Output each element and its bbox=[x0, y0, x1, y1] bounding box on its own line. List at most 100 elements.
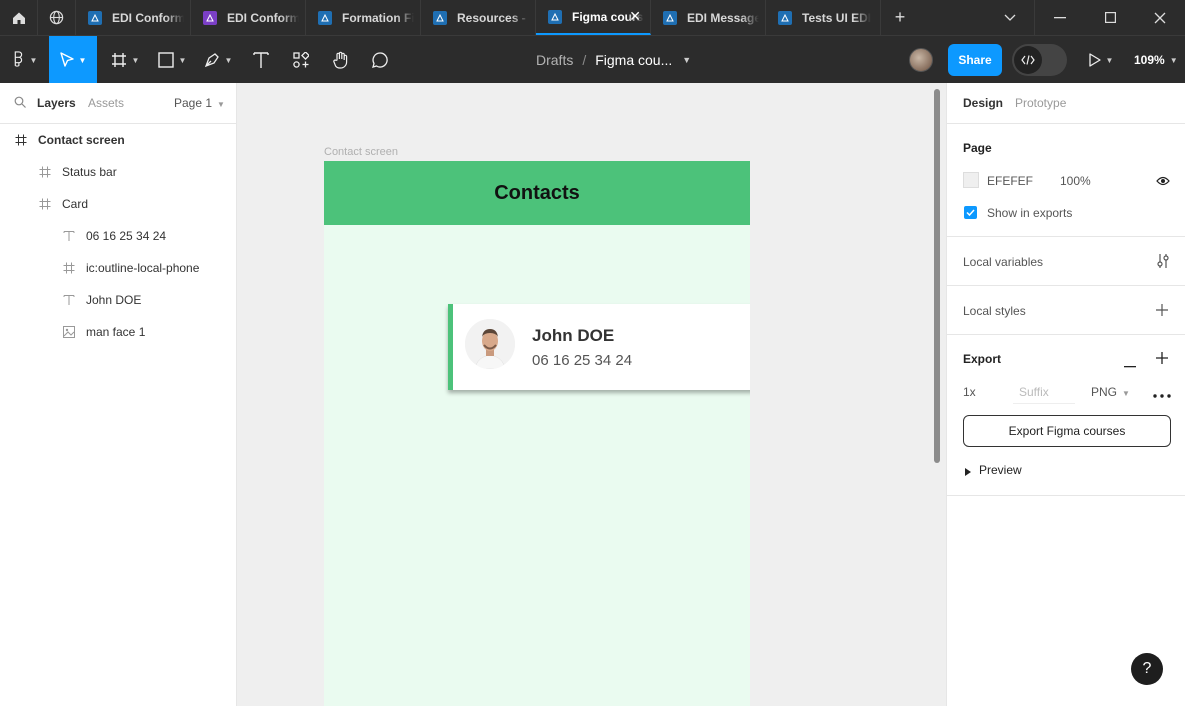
globe-icon[interactable] bbox=[38, 0, 76, 35]
layer-name: man face 1 bbox=[86, 325, 146, 339]
caret-right-icon[interactable] bbox=[965, 465, 971, 479]
export-scale[interactable]: 1x bbox=[963, 385, 976, 399]
export-button[interactable]: Export Figma courses bbox=[963, 415, 1171, 447]
close-window-button[interactable] bbox=[1135, 0, 1185, 35]
plus-icon[interactable] bbox=[1156, 304, 1168, 319]
search-icon[interactable] bbox=[14, 96, 26, 111]
frame-label[interactable]: Contact screen bbox=[324, 146, 398, 158]
image-icon bbox=[62, 325, 76, 339]
eye-icon[interactable] bbox=[1156, 175, 1170, 189]
shape-tool-button[interactable]: ▼ bbox=[152, 36, 192, 84]
layer-item[interactable]: Card bbox=[38, 188, 88, 220]
tab-label: Tests UI EDI bbox=[802, 10, 872, 25]
figma-file-icon bbox=[318, 10, 332, 25]
export-format-label: PNG bbox=[1091, 385, 1118, 399]
browser-tab[interactable]: Figma courses✕ bbox=[536, 0, 651, 35]
preview-label[interactable]: Preview bbox=[979, 463, 1022, 477]
minimize-button[interactable] bbox=[1035, 0, 1085, 35]
layer-item[interactable]: John DOE bbox=[62, 284, 141, 316]
zoom-level: 109% bbox=[1134, 53, 1165, 67]
home-icon[interactable] bbox=[0, 0, 38, 35]
browser-tab[interactable]: EDI Conformité bbox=[76, 0, 191, 35]
chevron-down-icon[interactable] bbox=[985, 0, 1035, 35]
code-icon bbox=[1014, 46, 1042, 74]
help-button[interactable]: ? bbox=[1131, 653, 1163, 685]
page-color-value[interactable]: EFEFEF bbox=[987, 174, 1033, 188]
minus-icon[interactable] bbox=[1124, 357, 1136, 371]
plus-icon[interactable] bbox=[1156, 352, 1168, 367]
layer-name: Card bbox=[62, 197, 89, 211]
frame-tool-button[interactable]: ▼ bbox=[105, 36, 145, 84]
maximize-button[interactable] bbox=[1085, 0, 1135, 35]
contacts-header[interactable]: Contacts bbox=[324, 161, 750, 225]
figma-file-icon bbox=[663, 10, 677, 25]
frame-icon bbox=[62, 261, 76, 275]
layer-name: John DOE bbox=[86, 293, 142, 307]
share-button[interactable]: Share bbox=[948, 44, 1002, 76]
avatar[interactable] bbox=[909, 48, 933, 72]
page-selector[interactable]: Page 1 ▼ bbox=[174, 96, 225, 110]
local-variables-label: Local variables bbox=[963, 255, 1044, 269]
tab-design[interactable]: Design bbox=[963, 96, 1003, 110]
tab-label: EDI Conformité bbox=[227, 10, 299, 25]
contact-phone[interactable]: 06 16 25 34 24 bbox=[532, 352, 632, 369]
browser-tab[interactable]: Formation Figma bbox=[306, 0, 421, 35]
layer-name: 06 16 25 34 24 bbox=[86, 229, 167, 243]
layer-item[interactable]: man face 1 bbox=[62, 316, 145, 348]
contact-card[interactable]: John DOE 06 16 25 34 24 bbox=[448, 304, 750, 390]
zoom-dropdown[interactable]: 109% ▼ bbox=[1134, 36, 1178, 84]
breadcrumb-separator: / bbox=[582, 52, 587, 68]
tab-layers[interactable]: Layers bbox=[37, 96, 76, 110]
tab-label: EDI Messages bbox=[687, 10, 759, 25]
chevron-down-icon[interactable]: ▼ bbox=[682, 55, 691, 65]
show-in-exports-checkbox[interactable] bbox=[964, 206, 977, 219]
dev-mode-toggle[interactable] bbox=[1012, 44, 1067, 76]
local-styles-section: Local styles bbox=[947, 286, 1185, 335]
page-color-swatch[interactable] bbox=[963, 172, 979, 188]
new-tab-button[interactable]: + bbox=[881, 0, 919, 35]
page-opacity-value[interactable]: 100% bbox=[1060, 174, 1091, 188]
man-face-image[interactable] bbox=[465, 319, 515, 369]
browser-tab[interactable]: Resources - Figma bbox=[421, 0, 536, 35]
export-format[interactable]: PNG ▼ bbox=[1091, 385, 1130, 399]
more-options-icon[interactable] bbox=[1153, 387, 1171, 401]
text-icon bbox=[62, 293, 76, 307]
tab-prototype[interactable]: Prototype bbox=[1015, 96, 1066, 110]
tab-label: Formation Figma bbox=[342, 10, 414, 25]
close-tab-icon[interactable]: ✕ bbox=[629, 8, 641, 25]
present-button[interactable]: ▼ bbox=[1086, 36, 1116, 84]
main-menu-button[interactable]: ▼ bbox=[0, 36, 48, 84]
move-tool-button[interactable]: ▼ bbox=[49, 36, 97, 84]
breadcrumb-drafts[interactable]: Drafts bbox=[536, 52, 573, 68]
export-suffix-input[interactable]: Suffix bbox=[1019, 385, 1049, 399]
page-selector-label: Page 1 bbox=[174, 96, 213, 110]
resources-tool-button[interactable] bbox=[288, 36, 314, 84]
page-section: Page EFEFEF 100% Show in exports bbox=[947, 124, 1185, 237]
hand-tool-button[interactable] bbox=[328, 36, 354, 84]
frame-icon bbox=[38, 197, 52, 211]
sliders-icon[interactable] bbox=[1156, 253, 1170, 272]
frame-icon bbox=[14, 133, 28, 147]
figma-file-icon bbox=[778, 10, 792, 25]
tab-label: EDI Conformité bbox=[112, 10, 184, 25]
local-styles-label: Local styles bbox=[963, 304, 1026, 318]
canvas-scrollbar[interactable] bbox=[934, 89, 940, 463]
comment-tool-button[interactable] bbox=[367, 36, 393, 84]
text-tool-button[interactable] bbox=[248, 36, 274, 84]
pen-tool-button[interactable]: ▼ bbox=[198, 36, 238, 84]
canvas[interactable]: Contact screen Contacts John DOE 06 16 2… bbox=[237, 83, 946, 706]
contact-name[interactable]: John DOE bbox=[532, 326, 614, 346]
contact-screen-frame[interactable]: Contacts John DOE 06 16 25 34 24 bbox=[324, 161, 750, 706]
browser-tab[interactable]: EDI Conformité bbox=[191, 0, 306, 35]
layer-item[interactable]: Contact screen bbox=[14, 124, 125, 156]
figma-file-icon bbox=[88, 10, 102, 25]
browser-tab[interactable]: EDI Messages bbox=[651, 0, 766, 35]
layer-item[interactable]: 06 16 25 34 24 bbox=[62, 220, 166, 252]
tab-assets[interactable]: Assets bbox=[88, 96, 124, 110]
browser-tab[interactable]: Tests UI EDI bbox=[766, 0, 881, 35]
file-name[interactable]: Figma cou... bbox=[595, 52, 672, 68]
layer-name: Contact screen bbox=[38, 133, 125, 147]
layer-item[interactable]: Status bar bbox=[38, 156, 117, 188]
layer-item[interactable]: ic:outline-local-phone bbox=[62, 252, 199, 284]
text-icon bbox=[62, 229, 76, 243]
